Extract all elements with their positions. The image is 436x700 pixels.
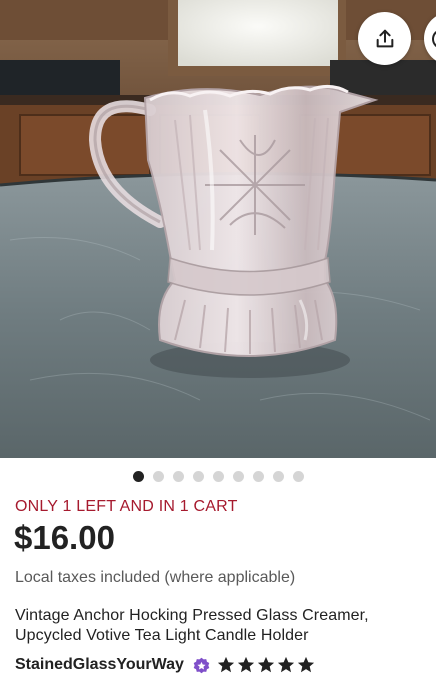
carousel-dot[interactable] <box>232 471 244 482</box>
carousel-dot[interactable] <box>292 471 304 482</box>
star-icon <box>237 656 255 673</box>
share-icon <box>376 29 393 47</box>
carousel-dot[interactable] <box>212 471 224 482</box>
rating-stars[interactable] <box>217 656 315 674</box>
carousel-dot[interactable] <box>272 471 284 482</box>
shop-name-link[interactable]: StainedGlassYourWay <box>15 656 184 674</box>
star-icon <box>297 656 315 673</box>
carousel-dot[interactable] <box>252 471 264 482</box>
tax-note: Local taxes included (where applicable) <box>15 569 296 586</box>
carousel-indicator <box>0 471 436 483</box>
carousel-dot[interactable] <box>172 471 184 482</box>
star-icon <box>217 656 235 673</box>
share-button[interactable] <box>358 12 411 65</box>
listing-photo[interactable] <box>0 0 436 458</box>
carousel-dot[interactable] <box>152 471 164 482</box>
listing-title: Vintage Anchor Hocking Pressed Glass Cre… <box>15 607 369 644</box>
carousel-dot[interactable] <box>192 471 204 482</box>
star-seller-badge-icon <box>193 657 210 673</box>
stock-notice: ONLY 1 LEFT AND IN 1 CART <box>15 498 238 515</box>
glass-creamer-photo <box>0 0 436 458</box>
star-icon <box>257 656 275 673</box>
heart-icon <box>432 29 436 49</box>
star-icon <box>277 656 295 673</box>
price: $16.00 <box>14 519 115 556</box>
carousel-dot[interactable] <box>132 471 144 482</box>
shop-row: StainedGlassYourWay <box>15 654 315 676</box>
